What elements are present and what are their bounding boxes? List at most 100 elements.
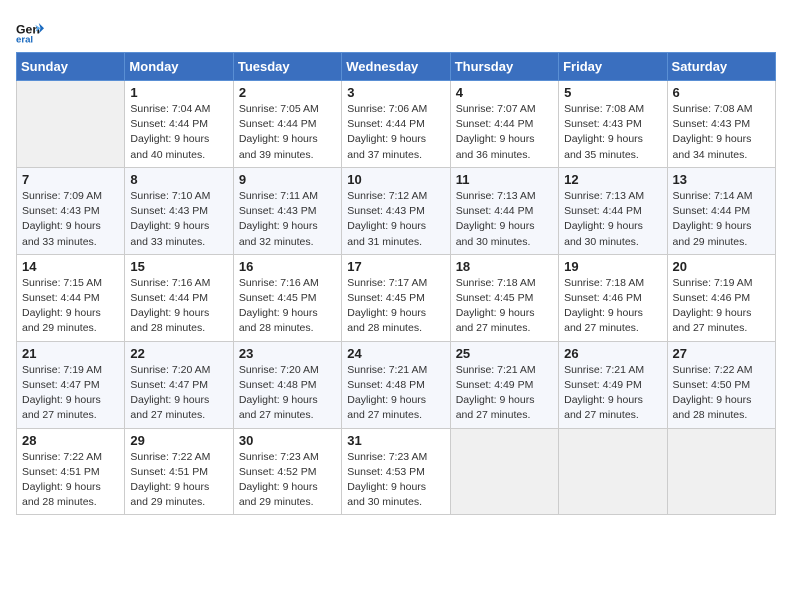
day-number: 9 bbox=[239, 172, 336, 187]
calendar-cell: 24 Sunrise: 7:21 AM Sunset: 4:48 PM Dayli… bbox=[342, 341, 450, 428]
calendar-week-row: 21 Sunrise: 7:19 AM Sunset: 4:47 PM Dayli… bbox=[17, 341, 776, 428]
day-number: 18 bbox=[456, 259, 553, 274]
day-number: 20 bbox=[673, 259, 770, 274]
day-number: 4 bbox=[456, 85, 553, 100]
day-info: Sunrise: 7:04 AM Sunset: 4:44 PM Dayligh… bbox=[130, 102, 227, 163]
calendar-cell: 20 Sunrise: 7:19 AM Sunset: 4:46 PM Dayli… bbox=[667, 254, 775, 341]
day-info: Sunrise: 7:22 AM Sunset: 4:51 PM Dayligh… bbox=[130, 450, 227, 511]
day-info: Sunrise: 7:19 AM Sunset: 4:46 PM Dayligh… bbox=[673, 276, 770, 337]
logo-icon: Gen eral bbox=[16, 16, 44, 44]
weekday-header: Tuesday bbox=[233, 53, 341, 81]
day-info: Sunrise: 7:19 AM Sunset: 4:47 PM Dayligh… bbox=[22, 363, 119, 424]
day-number: 25 bbox=[456, 346, 553, 361]
day-number: 21 bbox=[22, 346, 119, 361]
day-number: 14 bbox=[22, 259, 119, 274]
day-info: Sunrise: 7:20 AM Sunset: 4:47 PM Dayligh… bbox=[130, 363, 227, 424]
day-number: 19 bbox=[564, 259, 661, 274]
day-info: Sunrise: 7:13 AM Sunset: 4:44 PM Dayligh… bbox=[564, 189, 661, 250]
day-info: Sunrise: 7:11 AM Sunset: 4:43 PM Dayligh… bbox=[239, 189, 336, 250]
day-info: Sunrise: 7:17 AM Sunset: 4:45 PM Dayligh… bbox=[347, 276, 444, 337]
weekday-header: Thursday bbox=[450, 53, 558, 81]
calendar-cell: 13 Sunrise: 7:14 AM Sunset: 4:44 PM Dayli… bbox=[667, 167, 775, 254]
page-header: Gen eral bbox=[16, 16, 776, 44]
day-info: Sunrise: 7:08 AM Sunset: 4:43 PM Dayligh… bbox=[673, 102, 770, 163]
day-info: Sunrise: 7:16 AM Sunset: 4:45 PM Dayligh… bbox=[239, 276, 336, 337]
day-info: Sunrise: 7:07 AM Sunset: 4:44 PM Dayligh… bbox=[456, 102, 553, 163]
calendar-cell: 17 Sunrise: 7:17 AM Sunset: 4:45 PM Dayli… bbox=[342, 254, 450, 341]
calendar-cell: 10Sunrise: 7:12 AM Sunset: 4:43 PM Dayli… bbox=[342, 167, 450, 254]
day-info: Sunrise: 7:18 AM Sunset: 4:46 PM Dayligh… bbox=[564, 276, 661, 337]
day-number: 31 bbox=[347, 433, 444, 448]
day-info: Sunrise: 7:13 AM Sunset: 4:44 PM Dayligh… bbox=[456, 189, 553, 250]
day-number: 23 bbox=[239, 346, 336, 361]
calendar-week-row: 28Sunrise: 7:22 AM Sunset: 4:51 PM Dayli… bbox=[17, 428, 776, 515]
calendar-cell: 25 Sunrise: 7:21 AM Sunset: 4:49 PM Dayli… bbox=[450, 341, 558, 428]
day-number: 26 bbox=[564, 346, 661, 361]
day-number: 2 bbox=[239, 85, 336, 100]
calendar-week-row: 14 Sunrise: 7:15 AM Sunset: 4:44 PM Dayli… bbox=[17, 254, 776, 341]
day-number: 15 bbox=[130, 259, 227, 274]
day-number: 29 bbox=[130, 433, 227, 448]
day-info: Sunrise: 7:21 AM Sunset: 4:49 PM Dayligh… bbox=[456, 363, 553, 424]
calendar-cell: 29 Sunrise: 7:22 AM Sunset: 4:51 PM Dayli… bbox=[125, 428, 233, 515]
weekday-header: Wednesday bbox=[342, 53, 450, 81]
day-number: 8 bbox=[130, 172, 227, 187]
calendar-cell: 31Sunrise: 7:23 AM Sunset: 4:53 PM Dayli… bbox=[342, 428, 450, 515]
calendar-cell: 12Sunrise: 7:13 AM Sunset: 4:44 PM Dayli… bbox=[559, 167, 667, 254]
calendar-cell bbox=[559, 428, 667, 515]
day-number: 17 bbox=[347, 259, 444, 274]
day-info: Sunrise: 7:10 AM Sunset: 4:43 PM Dayligh… bbox=[130, 189, 227, 250]
day-info: Sunrise: 7:18 AM Sunset: 4:45 PM Dayligh… bbox=[456, 276, 553, 337]
calendar-cell: 11 Sunrise: 7:13 AM Sunset: 4:44 PM Dayli… bbox=[450, 167, 558, 254]
calendar-cell: 19 Sunrise: 7:18 AM Sunset: 4:46 PM Dayli… bbox=[559, 254, 667, 341]
day-number: 27 bbox=[673, 346, 770, 361]
calendar-header-row: SundayMondayTuesdayWednesdayThursdayFrid… bbox=[17, 53, 776, 81]
weekday-header: Monday bbox=[125, 53, 233, 81]
calendar-table: SundayMondayTuesdayWednesdayThursdayFrid… bbox=[16, 52, 776, 515]
day-info: Sunrise: 7:06 AM Sunset: 4:44 PM Dayligh… bbox=[347, 102, 444, 163]
day-info: Sunrise: 7:22 AM Sunset: 4:51 PM Dayligh… bbox=[22, 450, 119, 511]
day-number: 6 bbox=[673, 85, 770, 100]
day-number: 22 bbox=[130, 346, 227, 361]
calendar-cell: 3 Sunrise: 7:06 AM Sunset: 4:44 PM Daylig… bbox=[342, 81, 450, 168]
calendar-cell: 23 Sunrise: 7:20 AM Sunset: 4:48 PM Dayli… bbox=[233, 341, 341, 428]
day-number: 11 bbox=[456, 172, 553, 187]
calendar-cell: 18 Sunrise: 7:18 AM Sunset: 4:45 PM Dayli… bbox=[450, 254, 558, 341]
calendar-cell: 28Sunrise: 7:22 AM Sunset: 4:51 PM Dayli… bbox=[17, 428, 125, 515]
day-info: Sunrise: 7:20 AM Sunset: 4:48 PM Dayligh… bbox=[239, 363, 336, 424]
day-number: 3 bbox=[347, 85, 444, 100]
day-info: Sunrise: 7:15 AM Sunset: 4:44 PM Dayligh… bbox=[22, 276, 119, 337]
day-info: Sunrise: 7:16 AM Sunset: 4:44 PM Dayligh… bbox=[130, 276, 227, 337]
calendar-cell: 30Sunrise: 7:23 AM Sunset: 4:52 PM Dayli… bbox=[233, 428, 341, 515]
day-info: Sunrise: 7:22 AM Sunset: 4:50 PM Dayligh… bbox=[673, 363, 770, 424]
day-number: 13 bbox=[673, 172, 770, 187]
day-number: 16 bbox=[239, 259, 336, 274]
calendar-cell: 4 Sunrise: 7:07 AM Sunset: 4:44 PM Daylig… bbox=[450, 81, 558, 168]
calendar-cell: 16 Sunrise: 7:16 AM Sunset: 4:45 PM Dayli… bbox=[233, 254, 341, 341]
calendar-cell: 27 Sunrise: 7:22 AM Sunset: 4:50 PM Dayli… bbox=[667, 341, 775, 428]
calendar-cell: 21 Sunrise: 7:19 AM Sunset: 4:47 PM Dayli… bbox=[17, 341, 125, 428]
calendar-cell: 5 Sunrise: 7:08 AM Sunset: 4:43 PM Daylig… bbox=[559, 81, 667, 168]
weekday-header: Friday bbox=[559, 53, 667, 81]
day-info: Sunrise: 7:12 AM Sunset: 4:43 PM Dayligh… bbox=[347, 189, 444, 250]
calendar-cell: 6 Sunrise: 7:08 AM Sunset: 4:43 PM Daylig… bbox=[667, 81, 775, 168]
calendar-cell: 22 Sunrise: 7:20 AM Sunset: 4:47 PM Dayli… bbox=[125, 341, 233, 428]
calendar-cell bbox=[667, 428, 775, 515]
day-info: Sunrise: 7:21 AM Sunset: 4:49 PM Dayligh… bbox=[564, 363, 661, 424]
calendar-week-row: 7 Sunrise: 7:09 AM Sunset: 4:43 PM Daylig… bbox=[17, 167, 776, 254]
day-info: Sunrise: 7:23 AM Sunset: 4:52 PM Dayligh… bbox=[239, 450, 336, 511]
day-number: 24 bbox=[347, 346, 444, 361]
logo: Gen eral bbox=[16, 16, 48, 44]
calendar-cell bbox=[450, 428, 558, 515]
calendar-cell: 8 Sunrise: 7:10 AM Sunset: 4:43 PM Daylig… bbox=[125, 167, 233, 254]
day-info: Sunrise: 7:08 AM Sunset: 4:43 PM Dayligh… bbox=[564, 102, 661, 163]
calendar-cell: 15 Sunrise: 7:16 AM Sunset: 4:44 PM Dayli… bbox=[125, 254, 233, 341]
calendar-cell: 9 Sunrise: 7:11 AM Sunset: 4:43 PM Daylig… bbox=[233, 167, 341, 254]
calendar-week-row: 1Sunrise: 7:04 AM Sunset: 4:44 PM Daylig… bbox=[17, 81, 776, 168]
day-number: 7 bbox=[22, 172, 119, 187]
calendar-cell: 1Sunrise: 7:04 AM Sunset: 4:44 PM Daylig… bbox=[125, 81, 233, 168]
day-number: 5 bbox=[564, 85, 661, 100]
day-info: Sunrise: 7:09 AM Sunset: 4:43 PM Dayligh… bbox=[22, 189, 119, 250]
day-info: Sunrise: 7:21 AM Sunset: 4:48 PM Dayligh… bbox=[347, 363, 444, 424]
day-info: Sunrise: 7:14 AM Sunset: 4:44 PM Dayligh… bbox=[673, 189, 770, 250]
